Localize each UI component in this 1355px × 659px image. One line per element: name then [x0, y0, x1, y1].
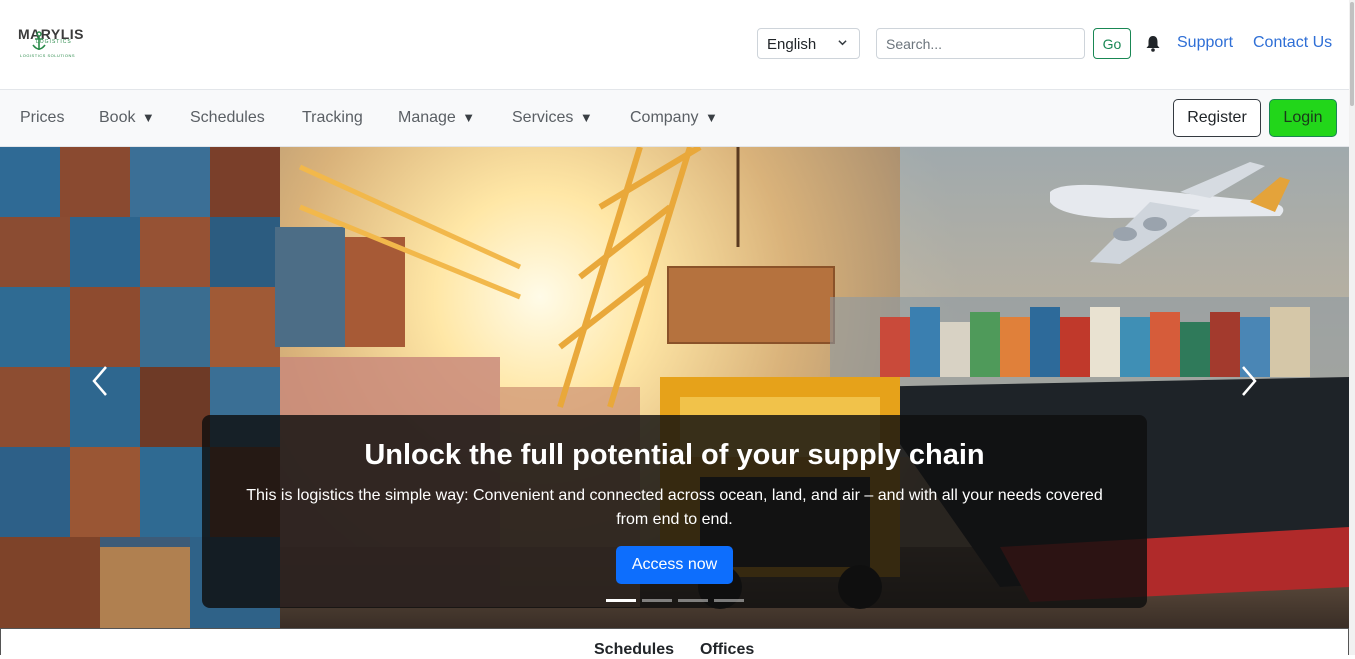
nav-item-label: Company	[630, 109, 699, 126]
language-select[interactable]: English	[757, 28, 860, 59]
go-button[interactable]: Go	[1093, 28, 1131, 59]
quick-tabs: Schedules Offices	[0, 628, 1349, 658]
nav-item-book[interactable]: Book ▼	[99, 109, 155, 127]
tab-schedules[interactable]: Schedules	[594, 641, 674, 659]
support-link[interactable]: Support	[1177, 34, 1233, 52]
nav-item-label: Tracking	[302, 109, 363, 126]
hero-caption: Unlock the full potential of your supply…	[202, 415, 1147, 608]
register-button[interactable]: Register	[1173, 99, 1261, 137]
nav-item-label: Book	[99, 109, 136, 126]
carousel-indicator[interactable]	[606, 599, 636, 602]
search-input[interactable]	[876, 28, 1085, 59]
hero-description: This is logistics the simple way: Conven…	[246, 487, 1103, 528]
carousel-indicator[interactable]	[678, 599, 708, 602]
scrollbar-thumb[interactable]	[1350, 2, 1354, 106]
nav-item-label: Schedules	[190, 109, 265, 126]
hero-carousel: Unlock the full potential of your supply…	[0, 147, 1349, 628]
carousel-next-icon[interactable]	[1233, 361, 1263, 401]
top-header: MARYLIS LOGISTICS LOGISTICS SOLUTIONS En…	[0, 0, 1349, 90]
nav-item-services[interactable]: Services ▼	[512, 109, 593, 127]
tab-offices[interactable]: Offices	[700, 641, 754, 659]
carousel-indicator[interactable]	[714, 599, 744, 602]
caret-down-icon: ▼	[579, 110, 593, 125]
access-now-button[interactable]: Access now	[616, 546, 733, 584]
caret-down-icon: ▼	[704, 110, 718, 125]
page-scrollbar[interactable]	[1349, 0, 1355, 655]
company-logo[interactable]: MARYLIS LOGISTICS LOGISTICS SOLUTIONS	[18, 26, 83, 62]
logo-subtext: LOGISTICS	[36, 39, 72, 45]
contact-us-link[interactable]: Contact Us	[1253, 34, 1332, 52]
nav-item-manage[interactable]: Manage ▼	[398, 109, 475, 127]
nav-item-label: Services	[512, 109, 574, 126]
login-button[interactable]: Login	[1269, 99, 1337, 137]
logo-tagline: LOGISTICS SOLUTIONS	[20, 53, 76, 58]
carousel-prev-icon[interactable]	[86, 361, 116, 401]
nav-item-company[interactable]: Company ▼	[630, 109, 718, 127]
bell-icon[interactable]	[1145, 35, 1161, 52]
nav-item-label: Prices	[20, 109, 65, 126]
caret-down-icon: ▼	[141, 110, 155, 125]
carousel-indicator[interactable]	[642, 599, 672, 602]
main-navbar: Prices Book ▼ Schedules Tracking Manage …	[0, 90, 1349, 147]
caret-down-icon: ▼	[462, 110, 476, 125]
chevron-down-icon	[838, 40, 847, 46]
hero-title: Unlock the full potential of your supply…	[364, 439, 985, 471]
nav-item-prices[interactable]: Prices	[20, 109, 64, 127]
language-value: English	[767, 36, 817, 53]
nav-item-tracking[interactable]: Tracking	[302, 109, 363, 127]
nav-item-label: Manage	[398, 109, 456, 126]
nav-item-schedules[interactable]: Schedules	[190, 109, 265, 127]
